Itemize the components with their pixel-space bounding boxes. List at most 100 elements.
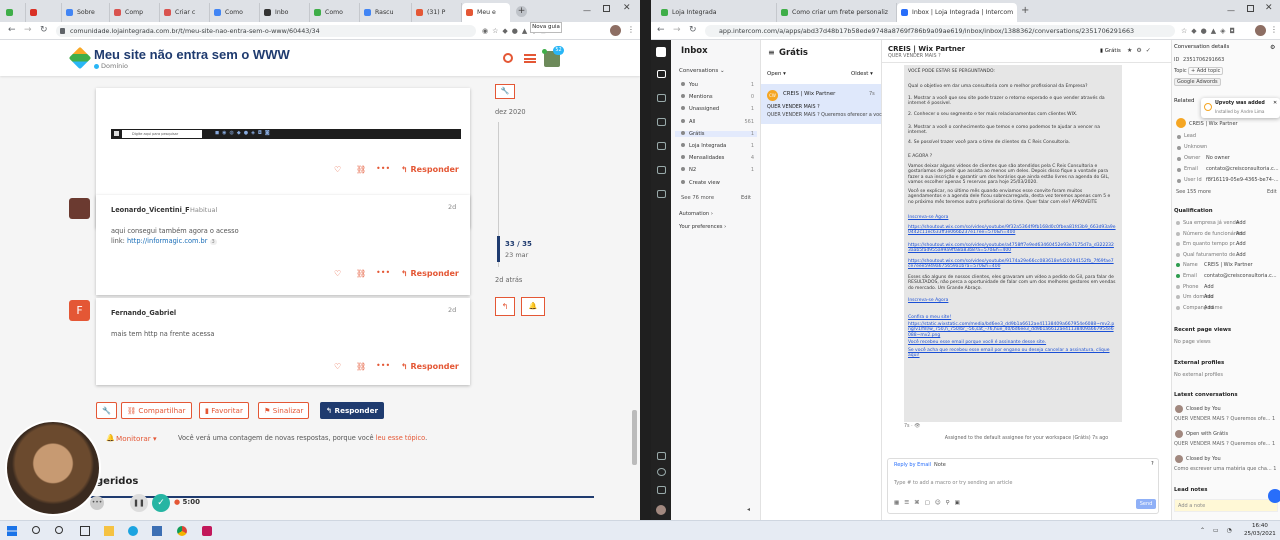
reply-button[interactable]: ↰ Responder <box>401 362 459 371</box>
read-topic-link[interactable]: leu esse tópico <box>376 434 425 442</box>
email-link[interactable]: Inscreva-se Agora <box>908 215 1116 220</box>
maximize-icon[interactable] <box>603 5 610 12</box>
tab-loja[interactable]: Loja Integrada <box>657 3 777 22</box>
timeline-end[interactable]: 2d atrás <box>495 276 522 284</box>
list-menu-icon[interactable]: ≡ <box>768 48 775 57</box>
preferences-link[interactable]: Your preferences › <box>679 224 726 230</box>
recorder-more-icon[interactable]: ••• <box>90 496 104 510</box>
conversations-header[interactable]: Conversations ⌄ <box>679 68 725 74</box>
post-username[interactable]: Leonardo_Vicentini_F <box>111 206 190 214</box>
minimize-icon[interactable]: — <box>1227 6 1235 15</box>
search-icon[interactable] <box>32 526 40 534</box>
timeline-wrench-button[interactable]: 🔧 <box>495 84 515 99</box>
post-username[interactable]: Fernando_Gabriel <box>111 309 176 317</box>
company-name[interactable]: CREIS | Wix Partner <box>1189 121 1238 127</box>
email-link[interactable]: https://shoutout.wix.com/so/video/youtub… <box>908 225 1116 236</box>
conv-title[interactable]: CREIS | Wix Partner <box>888 45 965 53</box>
tab-5[interactable]: Criar c <box>160 3 210 22</box>
google-adwords-tag[interactable]: Google Adwords <box>1174 78 1221 86</box>
conv-id[interactable]: 2351706291663 <box>1183 57 1224 63</box>
email-link[interactable]: https://shoutout.wix.com/so/video/youtub… <box>908 243 1116 254</box>
latest-preview[interactable]: Como escrever uma matéria que cha... 1 <box>1174 466 1277 472</box>
admin-wrench-button[interactable]: 🔧 <box>96 402 117 419</box>
post-date[interactable]: 2d <box>448 306 456 314</box>
tab-3[interactable]: Sobre <box>62 3 110 22</box>
profile-avatar[interactable] <box>610 25 621 36</box>
composer-help-icon[interactable]: ? <box>1151 461 1154 467</box>
attribute-value[interactable]: f8f16119-05e9-4365-be74-... <box>1206 177 1279 183</box>
qualification-value[interactable]: CREIS | Wix Partner <box>1204 262 1253 268</box>
menu-icon[interactable]: ⋮ <box>1270 25 1278 34</box>
tab-reply-email[interactable]: Reply by Email <box>894 462 931 468</box>
flag-button[interactable]: ⚑ Sinalizar <box>258 402 310 419</box>
windows-start-icon[interactable] <box>7 526 17 536</box>
chrome-icon[interactable] <box>177 526 187 536</box>
more-icon[interactable]: ••• <box>376 164 390 173</box>
latest-status[interactable]: Closed by You <box>1186 456 1221 462</box>
tab-9[interactable]: Rascu <box>360 3 412 22</box>
qualification-value[interactable]: Add <box>1204 305 1214 311</box>
link-icon[interactable]: ⛓ <box>356 269 366 278</box>
topic-title[interactable]: Meu site não entra sem o WWW <box>94 47 290 62</box>
latest-status[interactable]: Open with Grátis <box>1186 431 1228 437</box>
link-icon[interactable]: ⛓ <box>356 362 366 371</box>
qualification-value[interactable]: Add <box>1204 284 1214 290</box>
tab-note[interactable]: Note <box>934 462 946 468</box>
qualification-value[interactable]: Add <box>1236 252 1246 258</box>
contacts-icon[interactable] <box>657 118 666 126</box>
attribute-value[interactable]: contato@creisconsultoria.c... <box>1206 166 1279 172</box>
edit-attrs[interactable]: Edit <box>1267 189 1277 195</box>
inbox-nav-item[interactable]: Create view <box>681 179 720 186</box>
see-more-attrs[interactable]: See 155 more <box>1176 189 1211 195</box>
clock-time[interactable]: 16:40 <box>1252 523 1268 529</box>
reports-icon[interactable] <box>657 166 666 174</box>
reload-icon[interactable]: ↻ <box>40 25 48 35</box>
extension-icons[interactable]: ☆◆●▲◈◘ <box>1181 27 1239 35</box>
status-filter[interactable]: Open ▾ <box>767 71 786 77</box>
attribute-value[interactable]: No owner <box>1206 155 1230 161</box>
pause-button[interactable]: ❚❚ <box>130 494 148 512</box>
email-link[interactable]: Inscreva-se Agora <box>908 298 1116 303</box>
embedded-screenshot[interactable]: Digite aqui para pesquisar ◼◉◍◆●◈◘◙ <box>111 129 461 139</box>
qualification-value[interactable]: Add <box>1204 294 1214 300</box>
profile-avatar[interactable] <box>1255 25 1266 36</box>
minimize-icon[interactable]: — <box>583 6 591 15</box>
tab-frete[interactable]: Como criar um frete personaliz <box>777 3 897 22</box>
reply-button[interactable]: ↰ Responder <box>401 165 459 174</box>
notification-badge[interactable]: 52 <box>553 46 564 55</box>
maximize-icon[interactable] <box>1247 5 1254 12</box>
close-icon[interactable]: ✕ <box>623 3 631 13</box>
share-button[interactable]: ⛓ Compartilhar <box>121 402 192 419</box>
composer-input[interactable]: Type # to add a macro or try sending an … <box>894 480 1013 486</box>
monitor-dropdown[interactable]: Monitorar ▾ <box>116 434 157 443</box>
timeline-handle[interactable] <box>497 236 500 262</box>
post-date[interactable]: 2d <box>448 203 456 211</box>
finish-button[interactable]: ✓ <box>152 494 170 512</box>
inbox-icon[interactable] <box>657 70 666 78</box>
notes-icon[interactable] <box>657 452 666 460</box>
timeline-reply-button[interactable]: ↰ <box>495 297 515 316</box>
task-view-button[interactable] <box>80 526 90 536</box>
latest-status[interactable]: Closed by You <box>1186 406 1221 412</box>
email-link[interactable]: https://shoutout.wix.com/so/video/youtub… <box>908 259 1116 270</box>
add-note-input[interactable]: Add a note <box>1174 499 1278 512</box>
messenger-launcher[interactable] <box>1268 489 1280 503</box>
tray-icons[interactable]: ⌃ ▭ ◔ <box>1200 527 1235 534</box>
reload-icon[interactable]: ↻ <box>689 25 697 35</box>
email-link[interactable]: https://static.wixstatic.com/media/bd6ee… <box>908 322 1116 338</box>
timeline-start[interactable]: dez 2020 <box>495 108 526 116</box>
tab-8[interactable]: Como <box>310 3 360 22</box>
back-icon[interactable]: ← <box>657 25 665 35</box>
apps-icon[interactable] <box>657 190 666 198</box>
header-actions[interactable]: ★⚙✓ <box>1127 47 1155 54</box>
email-link[interactable]: Você recebeu esse email porque você é as… <box>908 340 1116 345</box>
clock-date[interactable]: 25/03/2021 <box>1244 531 1276 537</box>
more-icon[interactable]: ••• <box>376 361 390 370</box>
avatar-leonardo[interactable] <box>69 198 90 219</box>
automation-link[interactable]: Automation › <box>679 211 713 217</box>
tab-active[interactable]: Meu e <box>462 3 510 22</box>
reply-button[interactable]: ↰ Responder <box>401 269 459 278</box>
new-tab-button[interactable]: + <box>1021 5 1029 16</box>
outbound-icon[interactable] <box>657 94 666 102</box>
search-icon[interactable] <box>657 468 666 476</box>
